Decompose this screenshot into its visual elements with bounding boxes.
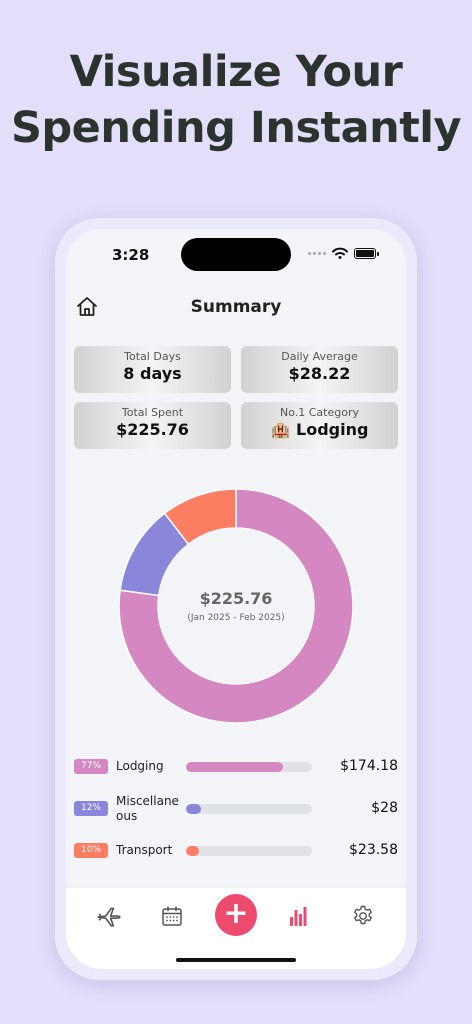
breakdown-row-miscellaneous[interactable]: 12% Miscellaneous $28	[74, 794, 398, 824]
stat-card-total-days: Total Days 8 days	[74, 346, 231, 393]
calendar-icon[interactable]	[158, 902, 186, 930]
stat-card-total-spent: Total Spent $225.76	[74, 402, 231, 449]
stat-value: 8 days	[123, 364, 182, 383]
progress-fill	[186, 804, 202, 814]
category-name: Lodging	[116, 759, 164, 773]
app-screen: 3:28 Summary Total Days 8 days Daily Ave…	[66, 229, 406, 969]
headline: Visualize Your Spending Instantly	[0, 44, 472, 156]
airplane-icon[interactable]	[95, 902, 123, 930]
status-icons	[308, 247, 379, 259]
status-time: 3:28	[112, 246, 150, 264]
stat-value: $28.22	[288, 364, 351, 383]
stat-label: Total Days	[124, 350, 181, 363]
stat-card-top-category: No.1 Category 🏨 Lodging	[241, 402, 398, 449]
category-amount: $174.18	[340, 758, 398, 774]
category-name: Miscellaneous	[116, 794, 179, 823]
stat-card-daily-average: Daily Average $28.22	[241, 346, 398, 393]
stat-label: Daily Average	[281, 350, 358, 363]
gear-icon[interactable]	[349, 902, 377, 930]
stat-value: 🏨 Lodging	[270, 420, 369, 439]
breakdown-row-transport[interactable]: 10% Transport $23.58	[74, 836, 398, 866]
stat-label: No.1 Category	[279, 406, 359, 419]
progress-track	[186, 846, 312, 856]
page-title: Summary	[190, 297, 282, 317]
progress-fill	[186, 762, 284, 772]
category-amount: $28	[371, 800, 398, 816]
battery-icon	[354, 247, 379, 259]
home-indicator	[176, 958, 296, 962]
breakdown-row-lodging[interactable]: 77% Lodging $174.18	[74, 752, 398, 782]
dynamic-island	[181, 238, 291, 271]
stat-label: Total Spent	[121, 406, 184, 419]
tab-bar: +	[66, 887, 406, 969]
percent-badge: 10%	[74, 843, 108, 858]
add-expense-button[interactable]: +	[215, 894, 257, 936]
headline-line-1: Visualize Your	[69, 47, 403, 97]
chart-center-amount: $225.76	[199, 589, 273, 608]
progress-fill	[186, 846, 199, 856]
wifi-icon	[332, 247, 348, 259]
percent-badge: 12%	[74, 801, 108, 816]
progress-track	[186, 762, 312, 772]
bar-chart-icon[interactable]	[285, 902, 313, 930]
percent-badge: 77%	[74, 759, 108, 774]
chart-center-range: (Jan 2025 - Feb 2025)	[187, 613, 285, 623]
headline-line-2: Spending Instantly	[10, 103, 462, 153]
category-amount: $23.58	[349, 842, 398, 858]
stat-value: $225.76	[116, 420, 189, 439]
category-name: Transport	[116, 843, 173, 857]
progress-track	[186, 804, 312, 814]
signal-icon	[308, 251, 326, 255]
donut-chart: $225.76 (Jan 2025 - Feb 2025)	[118, 488, 354, 724]
